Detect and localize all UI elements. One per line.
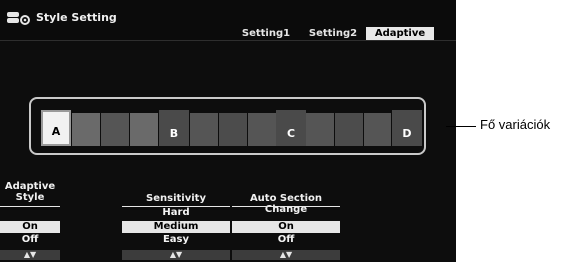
divider <box>232 206 340 207</box>
variation-segment <box>219 113 247 146</box>
auto-section-change-up-down-arrows[interactable]: ▲▼ <box>232 250 340 260</box>
main-variations-annotation: Fő variációk <box>480 117 551 132</box>
variation-segment <box>72 113 100 146</box>
variation-segment <box>248 113 276 146</box>
sensitivity-option-easy[interactable]: Easy <box>122 234 230 246</box>
sensitivity-up-down-arrows[interactable]: ▲▼ <box>122 250 230 260</box>
annotation-leader-line <box>446 126 476 127</box>
variation-a-button[interactable]: A <box>41 110 71 146</box>
auto-section-change-option-off[interactable]: Off <box>232 234 340 246</box>
sensitivity-option-medium[interactable]: Medium <box>122 221 230 233</box>
variation-segment <box>306 113 334 146</box>
auto-section-change-label: Auto Section Change <box>249 193 323 215</box>
tab-adaptive[interactable]: Adaptive <box>366 27 434 40</box>
style-setting-screen: Style Setting Setting1 Setting2 Adaptive… <box>0 0 456 262</box>
sensitivity-label: Sensitivity <box>146 193 206 204</box>
variation-segment <box>190 113 218 146</box>
adaptive-style-label-line1: Adaptive <box>4 181 56 192</box>
auto-section-change-option-on[interactable]: On <box>232 221 340 233</box>
adaptive-style-option-on[interactable]: On <box>0 221 60 233</box>
variation-c-button[interactable]: C <box>276 110 306 146</box>
variation-b-button[interactable]: B <box>159 110 189 146</box>
divider <box>0 206 60 207</box>
window-title: Style Setting <box>36 11 117 24</box>
adaptive-style-option-off[interactable]: Off <box>0 234 60 246</box>
variation-d-button[interactable]: D <box>392 110 422 146</box>
variation-segment <box>364 113 391 146</box>
variation-segment <box>335 113 363 146</box>
tab-setting1[interactable]: Setting1 <box>240 27 292 40</box>
title-bar: Style Setting Setting1 Setting2 Adaptive <box>0 0 456 41</box>
sensitivity-option-hard[interactable]: Hard <box>122 207 230 219</box>
style-setting-icon <box>7 12 30 25</box>
tab-setting2[interactable]: Setting2 <box>306 27 360 40</box>
adaptive-style-label-line2: Style <box>15 192 45 203</box>
variation-segment <box>130 113 158 146</box>
adaptive-style-up-down-arrows[interactable]: ▲▼ <box>0 250 60 260</box>
variation-segment <box>101 113 129 146</box>
